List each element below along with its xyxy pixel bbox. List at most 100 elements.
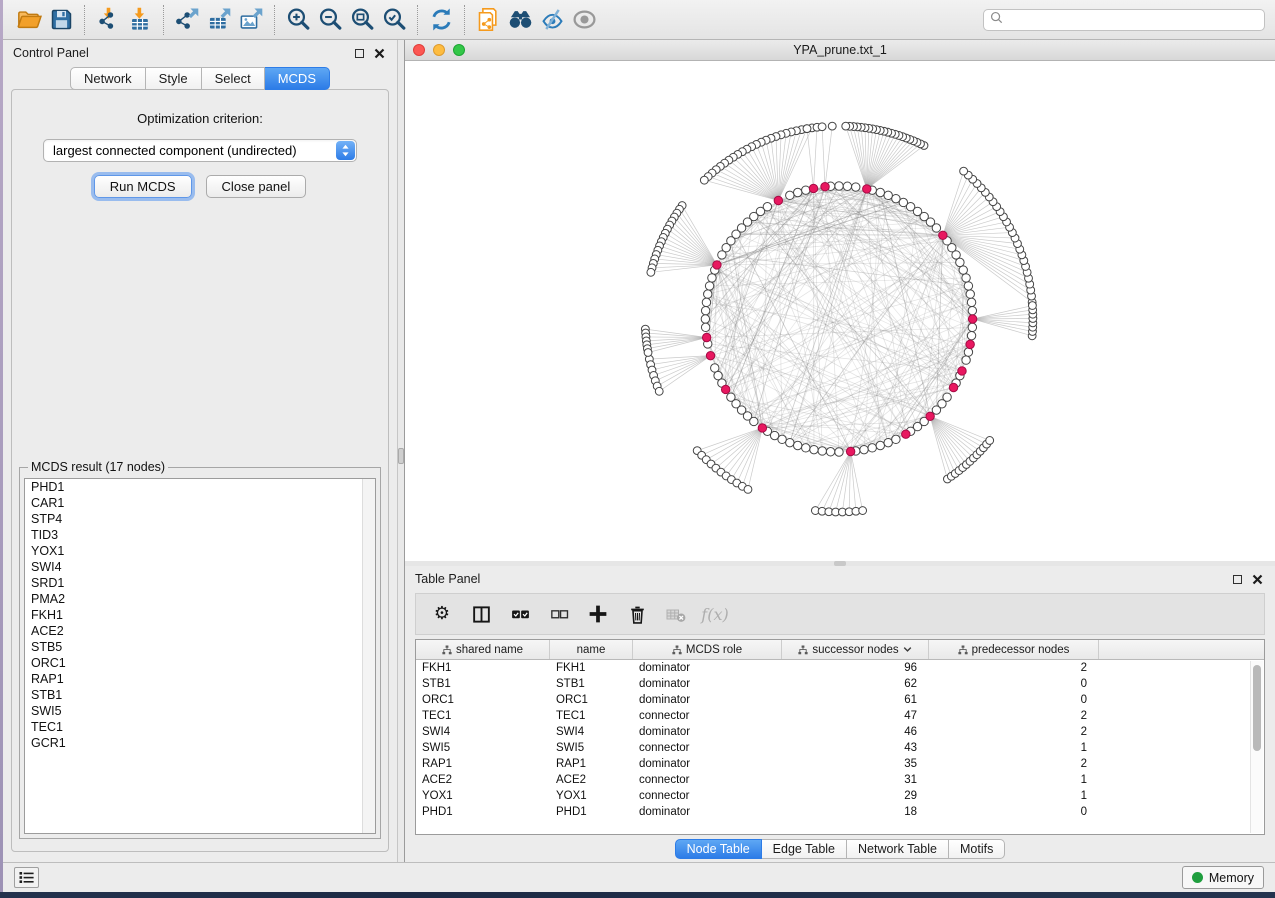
delete-row-button[interactable]	[625, 602, 649, 626]
close-table-panel-button[interactable]	[1249, 571, 1265, 587]
network-node[interactable]	[967, 331, 975, 339]
mcds-result-item[interactable]: FKH1	[25, 607, 375, 623]
network-node[interactable]	[968, 306, 976, 314]
column-header-name[interactable]: name	[550, 640, 633, 659]
mcds-result-item[interactable]: SWI4	[25, 559, 375, 575]
satellite-node[interactable]	[828, 122, 836, 130]
table-row[interactable]: STB1STB1dominator620	[416, 676, 1264, 692]
dominator-node[interactable]	[926, 412, 934, 420]
network-node[interactable]	[852, 183, 860, 191]
column-header-successor-nodes[interactable]: successor nodes	[782, 640, 929, 659]
mcds-result-item[interactable]: GCR1	[25, 735, 375, 751]
mcds-result-item[interactable]: STB1	[25, 687, 375, 703]
mcds-result-item[interactable]: TEC1	[25, 719, 375, 735]
network-node[interactable]	[826, 448, 834, 456]
close-window-icon[interactable]	[413, 44, 425, 56]
column-header-shared-name[interactable]: shared name	[416, 640, 550, 659]
zoom-in-button[interactable]	[282, 4, 314, 36]
network-node[interactable]	[704, 290, 712, 298]
mcds-result-item[interactable]: PMA2	[25, 591, 375, 607]
search-input[interactable]	[1008, 13, 1258, 27]
network-node[interactable]	[964, 348, 972, 356]
column-header-predecessor-nodes[interactable]: predecessor nodes	[929, 640, 1099, 659]
open-file-button[interactable]	[13, 4, 45, 36]
network-node[interactable]	[786, 191, 794, 199]
satellite-node[interactable]	[842, 122, 850, 130]
close-panel-button-2[interactable]: Close panel	[206, 175, 307, 198]
network-node[interactable]	[750, 417, 758, 425]
export-image-button[interactable]	[235, 4, 267, 36]
network-node[interactable]	[876, 188, 884, 196]
dominator-node[interactable]	[958, 367, 966, 375]
deselect-all-button[interactable]	[547, 602, 571, 626]
dominator-node[interactable]	[863, 185, 871, 193]
maximize-window-icon[interactable]	[453, 44, 465, 56]
network-node[interactable]	[818, 447, 826, 455]
network-node[interactable]	[701, 323, 709, 331]
minimize-window-icon[interactable]	[433, 44, 445, 56]
table-row[interactable]: RAP1RAP1dominator352	[416, 756, 1264, 772]
network-node[interactable]	[786, 438, 794, 446]
network-node[interactable]	[876, 441, 884, 449]
mcds-result-item[interactable]: STB5	[25, 639, 375, 655]
network-node[interactable]	[868, 444, 876, 452]
mcds-result-item[interactable]: SWI5	[25, 703, 375, 719]
network-node[interactable]	[843, 182, 851, 190]
network-node[interactable]	[810, 445, 818, 453]
table-row[interactable]: PHD1PHD1dominator180	[416, 804, 1264, 820]
mcds-result-list[interactable]: PHD1CAR1STP4TID3YOX1SWI4SRD1PMA2FKH1ACE2…	[24, 478, 376, 834]
dominator-node[interactable]	[809, 184, 817, 192]
satellite-node[interactable]	[744, 486, 752, 494]
vertical-split-divider[interactable]	[397, 40, 405, 862]
network-node[interactable]	[711, 364, 719, 372]
horizontal-split-divider[interactable]	[405, 561, 1275, 566]
network-node[interactable]	[793, 188, 801, 196]
network-from-file-button[interactable]	[472, 4, 504, 36]
zoom-fit-button[interactable]	[346, 4, 378, 36]
satellite-node[interactable]	[986, 437, 994, 445]
dominator-node[interactable]	[702, 333, 710, 341]
network-node[interactable]	[835, 448, 843, 456]
tab-motifs[interactable]: Motifs	[949, 839, 1005, 859]
table-row[interactable]: SWI4SWI4dominator462	[416, 724, 1264, 740]
tab-style[interactable]: Style	[146, 67, 202, 90]
mcds-result-scrollbar[interactable]	[362, 479, 375, 833]
mcds-result-item[interactable]: RAP1	[25, 671, 375, 687]
mcds-result-item[interactable]: TID3	[25, 527, 375, 543]
network-node[interactable]	[966, 290, 974, 298]
network-node[interactable]	[968, 323, 976, 331]
network-canvas[interactable]	[405, 61, 1275, 561]
mcds-result-item[interactable]: STP4	[25, 511, 375, 527]
column-header-MCDS-role[interactable]: MCDS role	[633, 640, 782, 659]
search-network-button[interactable]	[504, 4, 536, 36]
network-node[interactable]	[702, 298, 710, 306]
dominator-node[interactable]	[968, 315, 976, 323]
search-field[interactable]	[983, 9, 1265, 31]
satellite-node[interactable]	[818, 123, 826, 131]
settings-button[interactable]: ⚙	[430, 602, 454, 626]
network-node[interactable]	[802, 444, 810, 452]
network-node[interactable]	[943, 393, 951, 401]
table-row[interactable]: TEC1TEC1connector472	[416, 708, 1264, 724]
export-table-button[interactable]	[203, 4, 235, 36]
select-all-button[interactable]	[508, 602, 532, 626]
network-graph[interactable]	[405, 61, 1275, 561]
task-history-button[interactable]	[14, 867, 39, 888]
network-node[interactable]	[708, 274, 716, 282]
level-of-detail-button[interactable]	[568, 4, 600, 36]
tab-network-table[interactable]: Network Table	[847, 839, 949, 859]
network-node[interactable]	[778, 435, 786, 443]
run-mcds-button[interactable]: Run MCDS	[94, 175, 192, 198]
mcds-result-item[interactable]: YOX1	[25, 543, 375, 559]
memory-button[interactable]: Memory	[1182, 866, 1264, 889]
network-node[interactable]	[962, 274, 970, 282]
zoom-out-button[interactable]	[314, 4, 346, 36]
float-panel-button[interactable]	[351, 45, 367, 61]
network-node[interactable]	[892, 194, 900, 202]
network-node[interactable]	[967, 298, 975, 306]
toggle-graphics-details-button[interactable]	[536, 4, 568, 36]
zoom-selected-button[interactable]	[378, 4, 410, 36]
dominator-node[interactable]	[846, 447, 854, 455]
dominator-node[interactable]	[774, 196, 782, 204]
refresh-button[interactable]	[425, 4, 457, 36]
